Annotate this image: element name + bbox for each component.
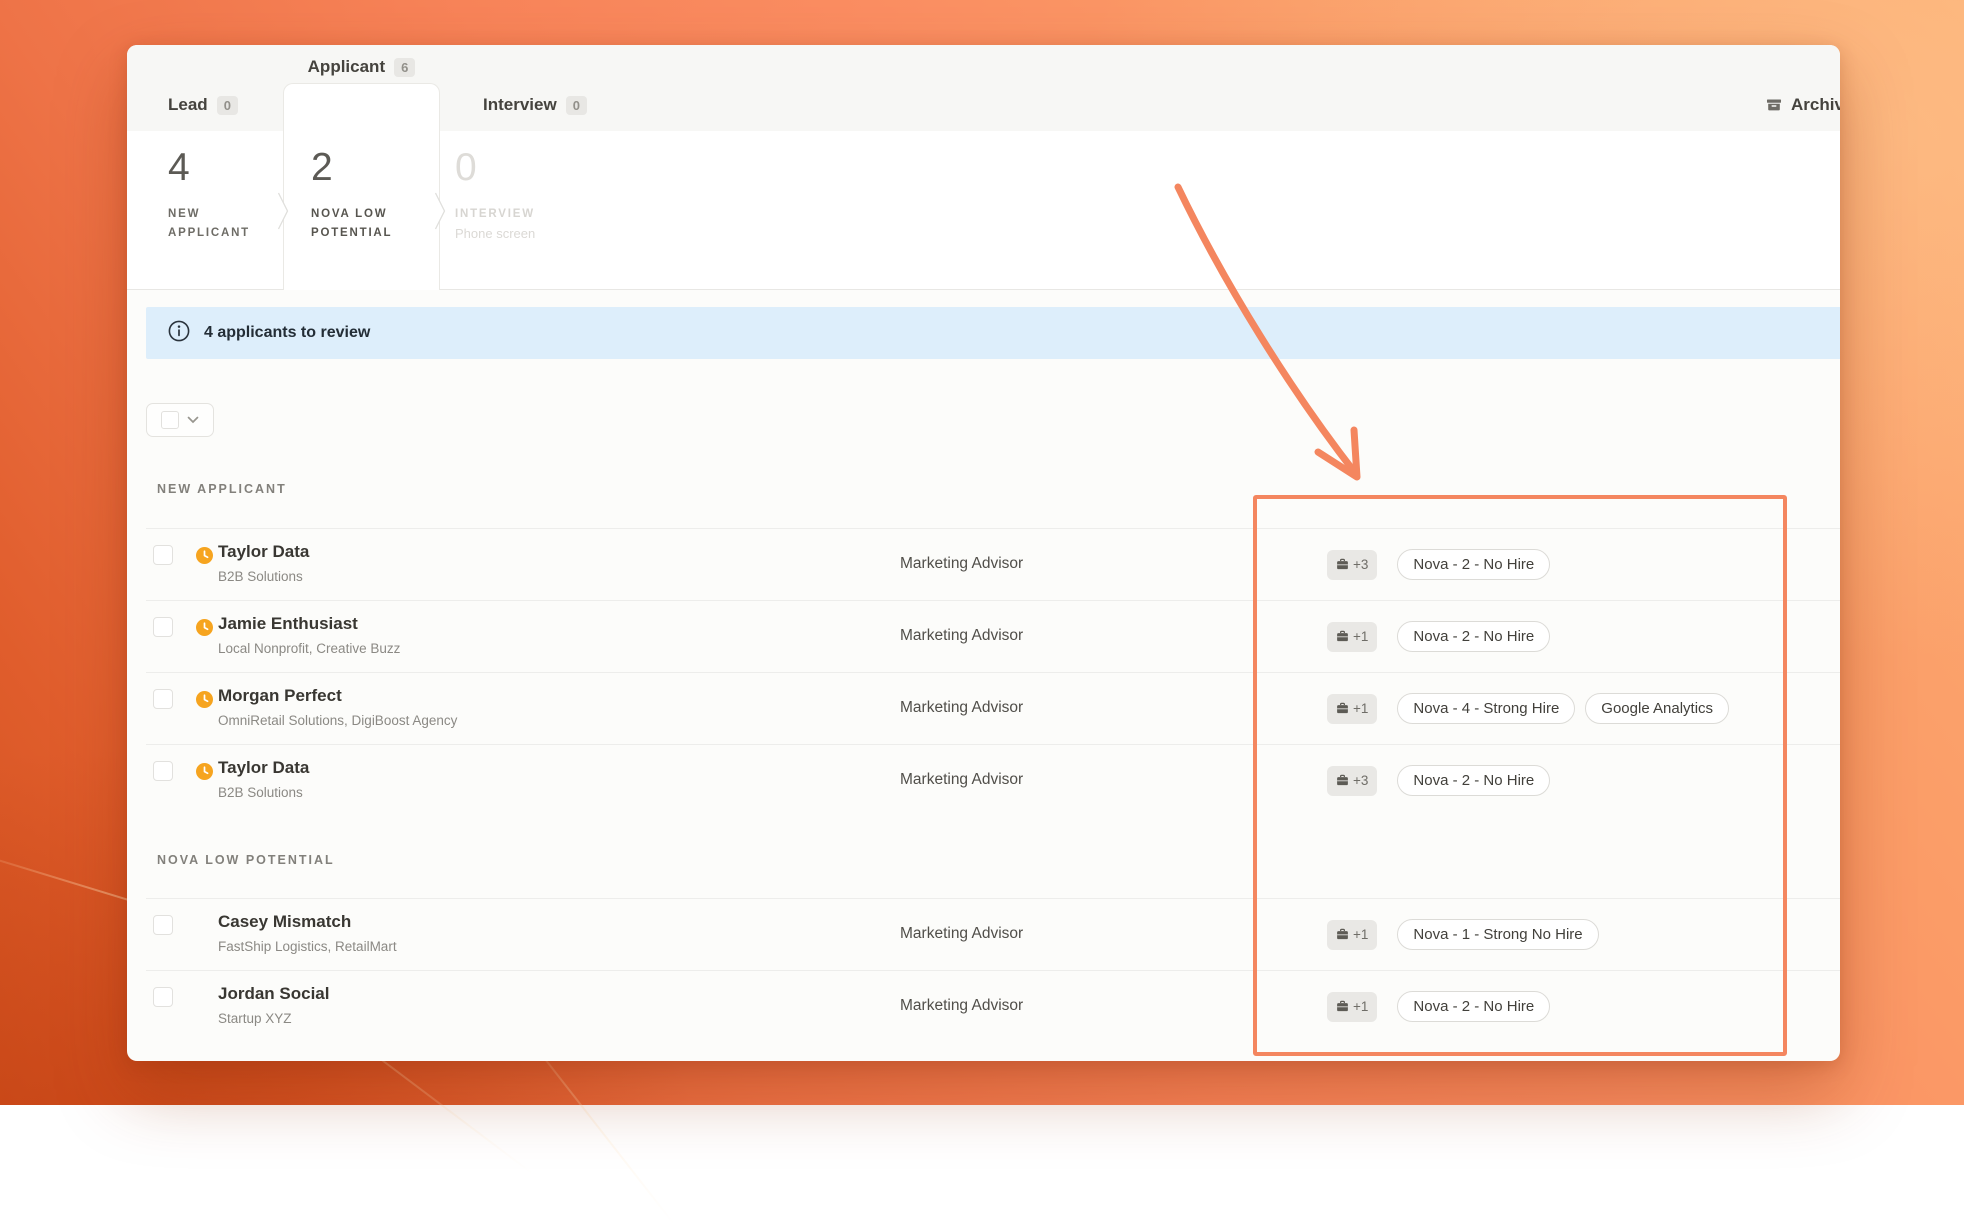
rating-tag[interactable]: Nova - 4 - Strong Hire (1397, 693, 1575, 724)
select-all-checkbox[interactable] (161, 411, 179, 429)
stage-count: 0 (455, 147, 535, 189)
candidate-company: Startup XYZ (218, 1010, 329, 1027)
stage-label-line2: POTENTIAL (311, 224, 392, 243)
select-all-dropdown[interactable] (146, 403, 214, 437)
row-checkbox[interactable] (153, 761, 173, 781)
info-icon (168, 320, 190, 347)
candidate-role: Marketing Advisor (900, 699, 1023, 717)
stage-label-line1: NOVA LOW (311, 205, 392, 224)
section-header-new-applicant: NEW APPLICANT (157, 482, 287, 496)
experience-badge[interactable]: +1 (1327, 622, 1377, 652)
candidate-role: Marketing Advisor (900, 627, 1023, 645)
row-checkbox[interactable] (153, 987, 173, 1007)
tab-interview-count-badge: 0 (566, 96, 587, 115)
pending-clock-icon (196, 547, 213, 564)
skill-tag[interactable]: Google Analytics (1585, 693, 1729, 724)
desktop-wallpaper: Lead 0 Interview 0 Archived Applicant 6 (0, 0, 1964, 1105)
ats-window: Lead 0 Interview 0 Archived Applicant 6 (127, 45, 1840, 1061)
review-info-banner: 4 applicants to review (146, 307, 1840, 359)
stage-count: 4 (168, 147, 250, 189)
stage-separator-chevron (434, 192, 447, 230)
applicant-row[interactable]: Jamie Enthusiast Local Nonprofit, Creati… (127, 600, 1840, 672)
candidate-name[interactable]: Taylor Data (218, 541, 309, 563)
experience-count: +3 (1353, 557, 1368, 572)
candidate-company: OmniRetail Solutions, DigiBoost Agency (218, 712, 457, 729)
experience-count: +1 (1353, 927, 1368, 942)
stage-card-nova-low-potential[interactable]: 2 NOVA LOW POTENTIAL (311, 147, 392, 243)
candidate-company: B2B Solutions (218, 784, 309, 801)
experience-badge[interactable]: +1 (1327, 992, 1377, 1022)
candidate-role: Marketing Advisor (900, 771, 1023, 789)
experience-count: +3 (1353, 773, 1368, 788)
pending-clock-icon (196, 763, 213, 780)
row-checkbox[interactable] (153, 545, 173, 565)
applicant-row[interactable]: Taylor Data B2B Solutions Marketing Advi… (127, 528, 1840, 600)
tab-interview-label: Interview (483, 95, 557, 115)
pending-clock-icon (196, 691, 213, 708)
rating-tag[interactable]: Nova - 2 - No Hire (1397, 549, 1550, 580)
tab-lead-count-badge: 0 (217, 96, 238, 115)
stage-count: 2 (311, 147, 392, 189)
archive-icon (1766, 97, 1782, 113)
archived-label: Archived (1791, 95, 1840, 115)
experience-badge[interactable]: +1 (1327, 920, 1377, 950)
candidate-name[interactable]: Jordan Social (218, 983, 329, 1005)
applicant-row[interactable]: Casey Mismatch FastShip Logistics, Retai… (127, 898, 1840, 970)
stage-label-line1: INTERVIEW (455, 205, 535, 224)
tab-applicant-count-badge: 6 (394, 58, 415, 77)
candidate-role: Marketing Advisor (900, 925, 1023, 943)
candidate-name[interactable]: Taylor Data (218, 757, 309, 779)
tab-interview[interactable]: Interview 0 (483, 95, 587, 115)
rating-tag[interactable]: Nova - 2 - No Hire (1397, 991, 1550, 1022)
rating-tag[interactable]: Nova - 1 - Strong No Hire (1397, 919, 1598, 950)
candidate-role: Marketing Advisor (900, 555, 1023, 573)
archived-button[interactable]: Archived (1766, 95, 1840, 115)
candidate-name[interactable]: Jamie Enthusiast (218, 613, 400, 635)
stage-label-line2: APPLICANT (168, 224, 250, 243)
experience-badge[interactable]: +1 (1327, 694, 1377, 724)
candidate-name[interactable]: Morgan Perfect (218, 685, 457, 707)
chevron-down-icon (187, 411, 199, 429)
stage-card-new-applicant[interactable]: 4 NEW APPLICANT (168, 147, 250, 243)
section-header-nova-low-potential: NOVA LOW POTENTIAL (157, 853, 335, 867)
tab-applicant[interactable]: Applicant 6 (283, 57, 440, 77)
candidate-company: FastShip Logistics, RetailMart (218, 938, 397, 955)
stage-separator-chevron (277, 192, 290, 230)
experience-count: +1 (1353, 999, 1368, 1014)
applicant-row[interactable]: Morgan Perfect OmniRetail Solutions, Dig… (127, 672, 1840, 744)
experience-count: +1 (1353, 629, 1368, 644)
stage-label-line2: Phone screen (455, 224, 535, 243)
banner-text: 4 applicants to review (204, 324, 370, 342)
stage-label-line1: NEW (168, 205, 250, 224)
tab-lead[interactable]: Lead 0 (168, 95, 238, 115)
row-checkbox[interactable] (153, 617, 173, 637)
row-checkbox[interactable] (153, 915, 173, 935)
applicant-row[interactable]: Jordan Social Startup XYZ Marketing Advi… (127, 970, 1840, 1042)
applicant-row[interactable]: Taylor Data B2B Solutions Marketing Advi… (127, 744, 1840, 816)
pending-clock-icon (196, 619, 213, 636)
experience-count: +1 (1353, 701, 1368, 716)
candidate-company: Local Nonprofit, Creative Buzz (218, 640, 400, 657)
candidate-name[interactable]: Casey Mismatch (218, 911, 397, 933)
experience-badge[interactable]: +3 (1327, 550, 1377, 580)
rating-tag[interactable]: Nova - 2 - No Hire (1397, 621, 1550, 652)
tab-lead-label: Lead (168, 95, 208, 115)
tab-applicant-label: Applicant (308, 57, 385, 77)
row-checkbox[interactable] (153, 689, 173, 709)
candidate-company: B2B Solutions (218, 568, 309, 585)
candidate-role: Marketing Advisor (900, 997, 1023, 1015)
experience-badge[interactable]: +3 (1327, 766, 1377, 796)
stage-card-interview[interactable]: 0 INTERVIEW Phone screen (455, 147, 535, 243)
rating-tag[interactable]: Nova - 2 - No Hire (1397, 765, 1550, 796)
